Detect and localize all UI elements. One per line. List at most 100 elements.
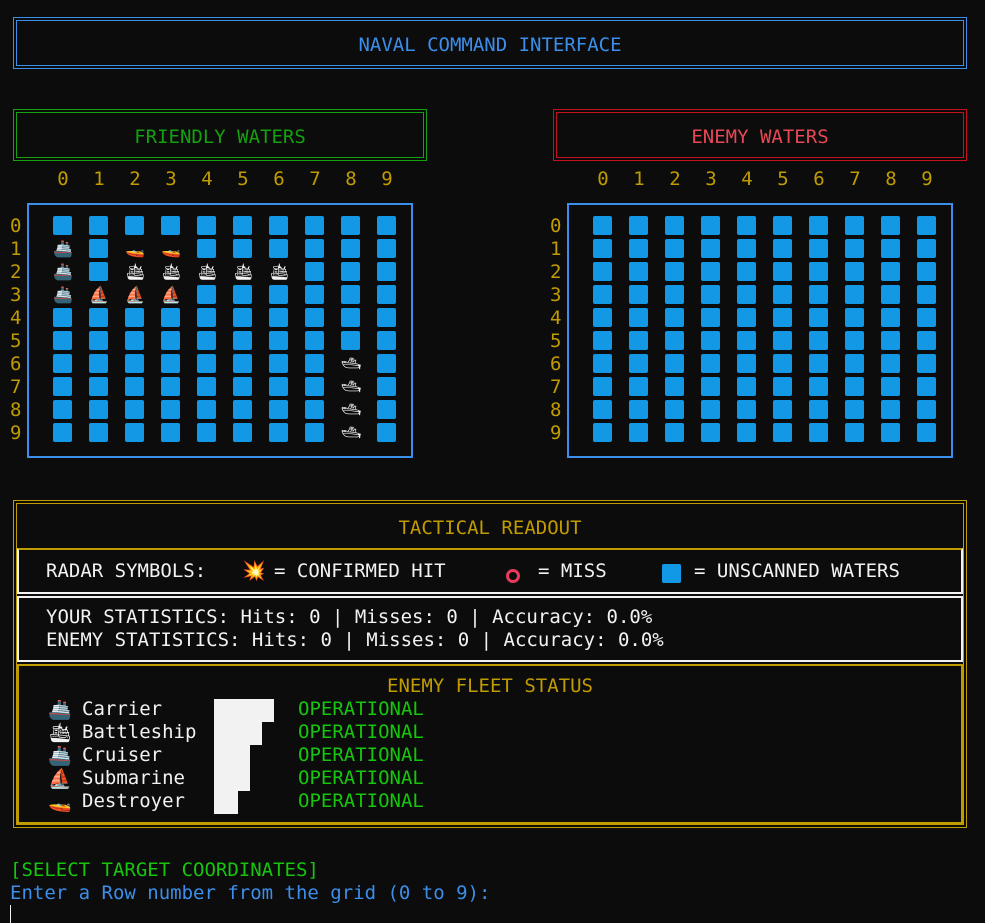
water-cell bbox=[845, 308, 864, 327]
water-cell bbox=[629, 354, 648, 373]
water-cell bbox=[665, 400, 684, 419]
water-cell bbox=[53, 377, 72, 396]
ship-name: Battleship bbox=[82, 721, 197, 743]
water-cell bbox=[629, 308, 648, 327]
ship-name: Cruiser bbox=[82, 744, 163, 766]
water-cell bbox=[377, 285, 396, 304]
water-cell bbox=[773, 377, 792, 396]
friendly-waters-banner: FRIENDLY WATERS bbox=[13, 109, 427, 161]
water-cell bbox=[845, 423, 864, 442]
column-header: 6 bbox=[273, 168, 285, 190]
water-cell bbox=[593, 331, 612, 350]
enemy-statistics: ENEMY STATISTICS: Hits: 0 | Misses: 0 | … bbox=[46, 629, 664, 651]
ship-name: Carrier bbox=[82, 698, 163, 720]
water-cell bbox=[161, 354, 180, 373]
column-header: 2 bbox=[669, 168, 681, 190]
water-cell bbox=[845, 331, 864, 350]
water-cell bbox=[233, 285, 252, 304]
water-cell bbox=[593, 377, 612, 396]
water-cell bbox=[197, 239, 216, 258]
water-cell bbox=[773, 239, 792, 258]
water-cell bbox=[629, 216, 648, 235]
water-cell bbox=[881, 239, 900, 258]
water-cell bbox=[773, 331, 792, 350]
water-cell bbox=[593, 216, 612, 235]
water-cell bbox=[701, 308, 720, 327]
water-cell bbox=[233, 308, 252, 327]
your-statistics: YOUR STATISTICS: Hits: 0 | Misses: 0 | A… bbox=[46, 606, 653, 628]
app-title: NAVAL COMMAND INTERFACE bbox=[358, 34, 622, 56]
water-cell bbox=[269, 400, 288, 419]
water-cell bbox=[629, 331, 648, 350]
water-cell bbox=[593, 308, 612, 327]
water-cell bbox=[341, 216, 360, 235]
water-cell bbox=[917, 285, 936, 304]
ship-status: OPERATIONAL bbox=[298, 698, 424, 720]
column-header: 3 bbox=[165, 168, 177, 190]
water-cell bbox=[665, 262, 684, 281]
column-header: 4 bbox=[201, 168, 213, 190]
water-cell bbox=[701, 216, 720, 235]
ship-cell: ⛵ bbox=[89, 285, 109, 304]
water-cell bbox=[233, 423, 252, 442]
water-cell bbox=[881, 285, 900, 304]
water-cell bbox=[377, 354, 396, 373]
ship-cell: 🛳 bbox=[125, 262, 146, 281]
water-cell bbox=[53, 423, 72, 442]
enemy-fleet-title: ENEMY FLEET STATUS bbox=[387, 675, 593, 697]
water-cell bbox=[917, 423, 936, 442]
water-cell bbox=[53, 216, 72, 235]
water-cell bbox=[701, 400, 720, 419]
water-cell bbox=[53, 400, 72, 419]
water-cell bbox=[305, 377, 324, 396]
water-cell bbox=[125, 308, 144, 327]
ship-cell: 🚢 bbox=[53, 285, 73, 304]
unscanned-legend-text: = UNSCANNED WATERS bbox=[694, 560, 900, 582]
column-header: 4 bbox=[741, 168, 753, 190]
water-cell bbox=[629, 285, 648, 304]
water-cell bbox=[845, 239, 864, 258]
title-banner: NAVAL COMMAND INTERFACE bbox=[13, 17, 967, 69]
water-cell bbox=[233, 354, 252, 373]
hit-icon: 💥 bbox=[242, 560, 266, 582]
column-header: 8 bbox=[345, 168, 357, 190]
water-cell bbox=[845, 216, 864, 235]
water-cell bbox=[197, 377, 216, 396]
water-cell bbox=[629, 377, 648, 396]
ship-status: OPERATIONAL bbox=[298, 744, 424, 766]
water-cell bbox=[701, 331, 720, 350]
column-header: 5 bbox=[777, 168, 789, 190]
ship-name: Destroyer bbox=[82, 790, 185, 812]
ship-cell: 🛳 bbox=[197, 262, 218, 281]
water-cell bbox=[809, 239, 828, 258]
water-cell bbox=[665, 216, 684, 235]
ship-cell: 🚢 bbox=[53, 262, 73, 281]
ship-cell: 🚢 bbox=[53, 239, 73, 258]
water-cell bbox=[809, 423, 828, 442]
water-cell bbox=[377, 262, 396, 281]
miss-icon bbox=[506, 563, 520, 585]
water-cell bbox=[773, 262, 792, 281]
water-cell bbox=[665, 377, 684, 396]
ship-cell: 🚤 bbox=[125, 239, 145, 258]
water-cell bbox=[593, 354, 612, 373]
water-cell bbox=[269, 285, 288, 304]
water-cell bbox=[377, 400, 396, 419]
water-cell bbox=[593, 262, 612, 281]
water-cell bbox=[701, 354, 720, 373]
ship-cell: 🛳 bbox=[233, 262, 254, 281]
water-cell bbox=[161, 377, 180, 396]
terminal-cursor[interactable] bbox=[10, 905, 11, 923]
water-cell bbox=[917, 308, 936, 327]
column-header: 7 bbox=[849, 168, 861, 190]
water-cell bbox=[845, 400, 864, 419]
water-cell bbox=[125, 354, 144, 373]
ship-cell: ⛵ bbox=[125, 285, 145, 304]
water-cell bbox=[53, 331, 72, 350]
water-cell bbox=[269, 354, 288, 373]
water-cell bbox=[161, 400, 180, 419]
water-cell bbox=[377, 377, 396, 396]
water-cell bbox=[737, 262, 756, 281]
water-cell bbox=[377, 239, 396, 258]
column-header: 1 bbox=[93, 168, 105, 190]
